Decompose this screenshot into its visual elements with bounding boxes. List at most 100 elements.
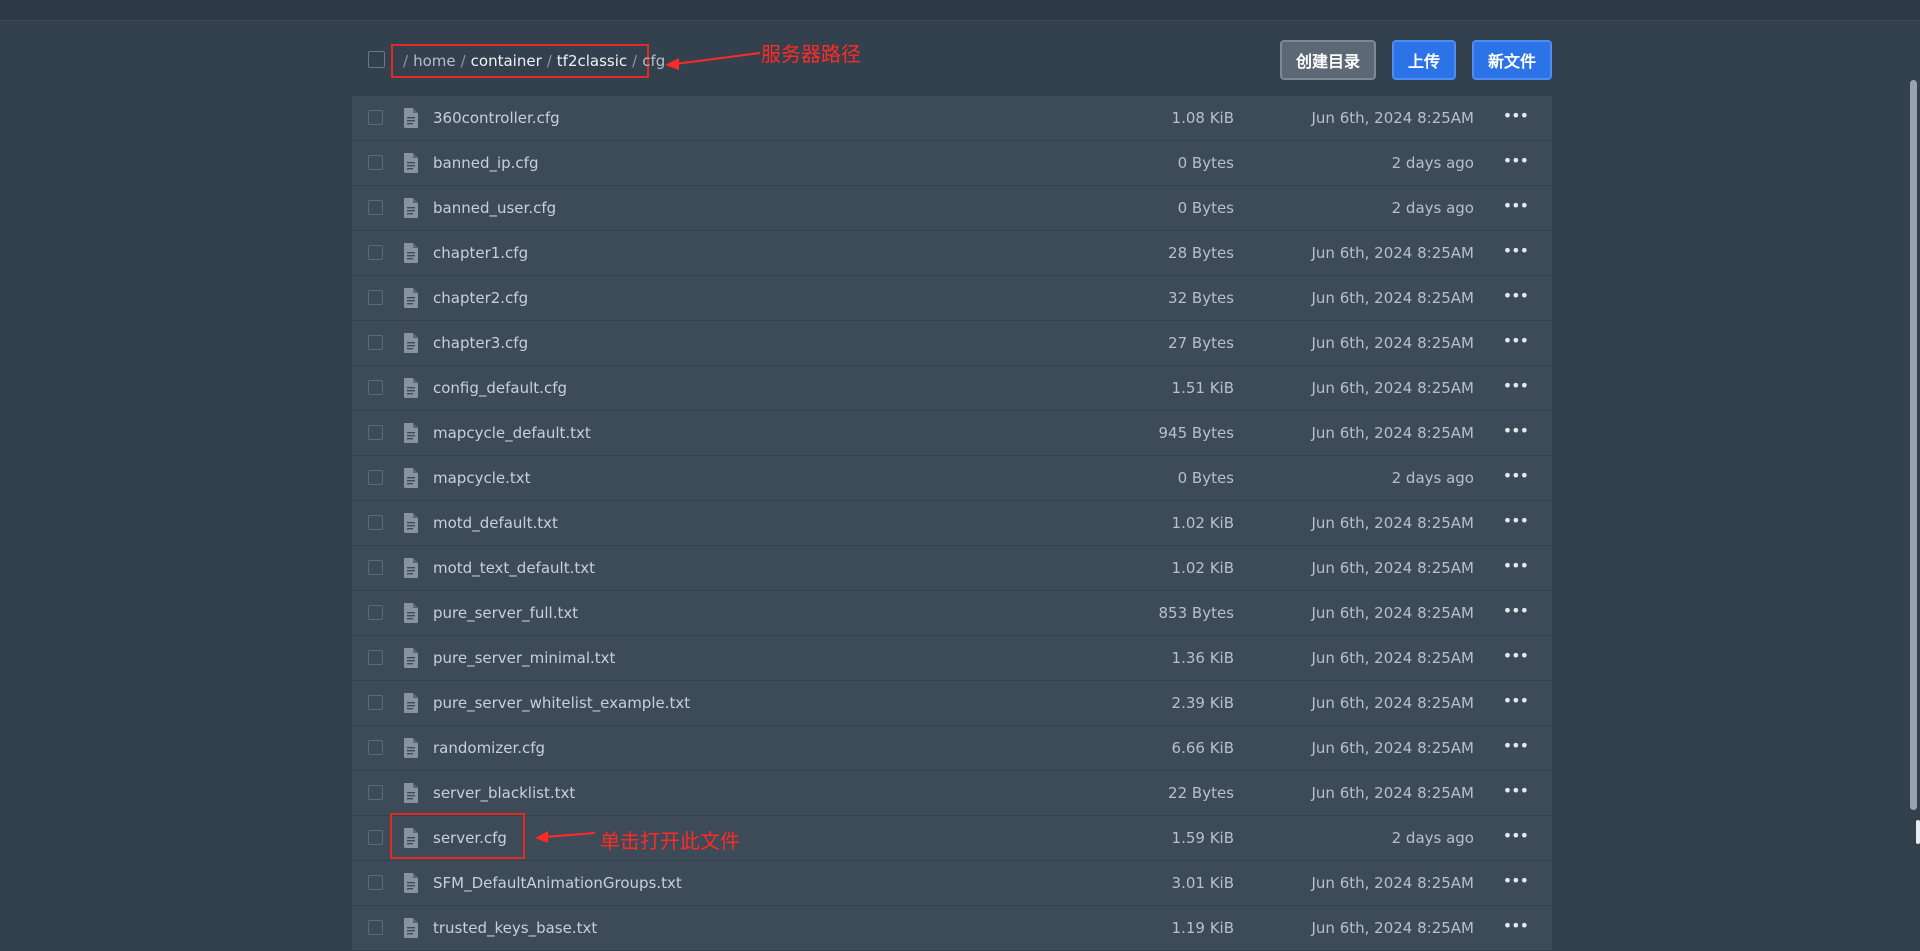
file-checkbox[interactable] xyxy=(368,200,383,215)
file-name[interactable]: server_blacklist.txt xyxy=(433,784,575,802)
more-options-icon[interactable]: ••• xyxy=(1503,556,1529,575)
file-icon xyxy=(403,423,419,443)
file-name[interactable]: 360controller.cfg xyxy=(433,109,560,127)
more-options-icon[interactable]: ••• xyxy=(1503,781,1529,800)
more-options-icon[interactable]: ••• xyxy=(1503,241,1529,260)
file-checkbox[interactable] xyxy=(368,920,383,935)
file-checkbox[interactable] xyxy=(368,560,383,575)
file-icon xyxy=(403,558,419,578)
file-modified-date: Jun 6th, 2024 8:25AM xyxy=(1311,289,1474,307)
file-checkbox[interactable] xyxy=(368,380,383,395)
file-row[interactable]: motd_text_default.txt 1.02 KiB Jun 6th, 20… xyxy=(352,546,1552,590)
breadcrumb-segment-cfg[interactable]: cfg xyxy=(642,52,665,70)
file-name[interactable]: mapcycle.txt xyxy=(433,469,531,487)
scroll-edge-handle[interactable] xyxy=(1916,820,1920,844)
file-modified-date: Jun 6th, 2024 8:25AM xyxy=(1311,424,1474,442)
file-row[interactable]: server.cfg 1.59 KiB 2 days ago ••• xyxy=(352,816,1552,860)
scrollbar[interactable] xyxy=(1910,80,1917,810)
file-name[interactable]: chapter2.cfg xyxy=(433,289,528,307)
file-checkbox[interactable] xyxy=(368,290,383,305)
file-name[interactable]: randomizer.cfg xyxy=(433,739,545,757)
file-name[interactable]: pure_server_whitelist_example.txt xyxy=(433,694,690,712)
more-options-icon[interactable]: ••• xyxy=(1503,421,1529,440)
breadcrumb-segment-home[interactable]: home xyxy=(413,52,456,70)
file-modified-date: Jun 6th, 2024 8:25AM xyxy=(1311,874,1474,892)
file-name[interactable]: banned_user.cfg xyxy=(433,199,556,217)
file-checkbox[interactable] xyxy=(368,605,383,620)
file-checkbox[interactable] xyxy=(368,335,383,350)
file-checkbox[interactable] xyxy=(368,785,383,800)
select-all-checkbox[interactable] xyxy=(368,51,385,68)
file-checkbox[interactable] xyxy=(368,740,383,755)
more-options-icon[interactable]: ••• xyxy=(1503,151,1529,170)
breadcrumb-segment-tf2classic[interactable]: tf2classic xyxy=(557,52,627,70)
file-row[interactable]: banned_ip.cfg 0 Bytes 2 days ago ••• xyxy=(352,141,1552,185)
more-options-icon[interactable]: ••• xyxy=(1503,466,1529,485)
file-name[interactable]: SFM_DefaultAnimationGroups.txt xyxy=(433,874,682,892)
file-checkbox[interactable] xyxy=(368,155,383,170)
file-name[interactable]: banned_ip.cfg xyxy=(433,154,538,172)
file-row[interactable]: mapcycle.txt 0 Bytes 2 days ago ••• xyxy=(352,456,1552,500)
file-row[interactable]: chapter1.cfg 28 Bytes Jun 6th, 2024 8:25AM… xyxy=(352,231,1552,275)
file-row[interactable]: config_default.cfg 1.51 KiB Jun 6th, 2024 … xyxy=(352,366,1552,410)
file-list: 360controller.cfg 1.08 KiB Jun 6th, 2024 8… xyxy=(352,96,1552,951)
file-row[interactable]: mapcycle_default.txt 945 Bytes Jun 6th, 20… xyxy=(352,411,1552,455)
more-options-icon[interactable]: ••• xyxy=(1503,646,1529,665)
file-checkbox[interactable] xyxy=(368,425,383,440)
more-options-icon[interactable]: ••• xyxy=(1503,736,1529,755)
more-options-icon[interactable]: ••• xyxy=(1503,826,1529,845)
file-checkbox[interactable] xyxy=(368,695,383,710)
file-row[interactable]: randomizer.cfg 6.66 KiB Jun 6th, 2024 8:25… xyxy=(352,726,1552,770)
file-name[interactable]: motd_text_default.txt xyxy=(433,559,595,577)
more-options-icon[interactable]: ••• xyxy=(1503,916,1529,935)
breadcrumb-segment-container[interactable]: container xyxy=(471,52,542,70)
more-options-icon[interactable]: ••• xyxy=(1503,106,1529,125)
file-row[interactable]: chapter2.cfg 32 Bytes Jun 6th, 2024 8:25AM… xyxy=(352,276,1552,320)
more-options-icon[interactable]: ••• xyxy=(1503,601,1529,620)
create-directory-button[interactable]: 创建目录 xyxy=(1280,40,1376,80)
file-size: 0 Bytes xyxy=(1177,469,1234,487)
file-icon xyxy=(403,738,419,758)
more-options-icon[interactable]: ••• xyxy=(1503,871,1529,890)
file-size: 1.51 KiB xyxy=(1171,379,1234,397)
file-row[interactable]: chapter3.cfg 27 Bytes Jun 6th, 2024 8:25AM… xyxy=(352,321,1552,365)
file-icon xyxy=(403,603,419,623)
file-size: 32 Bytes xyxy=(1168,289,1234,307)
file-name[interactable]: pure_server_minimal.txt xyxy=(433,649,615,667)
file-row[interactable]: server_blacklist.txt 22 Bytes Jun 6th, 202… xyxy=(352,771,1552,815)
new-file-button[interactable]: 新文件 xyxy=(1472,40,1552,80)
file-name[interactable]: mapcycle_default.txt xyxy=(433,424,591,442)
file-checkbox[interactable] xyxy=(368,830,383,845)
file-row[interactable]: 360controller.cfg 1.08 KiB Jun 6th, 2024 8… xyxy=(352,96,1552,140)
file-row[interactable]: pure_server_full.txt 853 Bytes Jun 6th, 20… xyxy=(352,591,1552,635)
file-checkbox[interactable] xyxy=(368,245,383,260)
file-checkbox[interactable] xyxy=(368,110,383,125)
more-options-icon[interactable]: ••• xyxy=(1503,691,1529,710)
file-name[interactable]: chapter3.cfg xyxy=(433,334,528,352)
file-row[interactable]: SFM_DefaultAnimationGroups.txt 3.01 KiB Ju… xyxy=(352,861,1552,905)
file-size: 1.59 KiB xyxy=(1171,829,1234,847)
file-name[interactable]: config_default.cfg xyxy=(433,379,567,397)
file-name[interactable]: motd_default.txt xyxy=(433,514,558,532)
upload-button[interactable]: 上传 xyxy=(1392,40,1456,80)
more-options-icon[interactable]: ••• xyxy=(1503,376,1529,395)
file-checkbox[interactable] xyxy=(368,650,383,665)
file-name[interactable]: chapter1.cfg xyxy=(433,244,528,262)
file-name[interactable]: pure_server_full.txt xyxy=(433,604,578,622)
file-checkbox[interactable] xyxy=(368,470,383,485)
file-row[interactable]: motd_default.txt 1.02 KiB Jun 6th, 2024 8:… xyxy=(352,501,1552,545)
file-modified-date: Jun 6th, 2024 8:25AM xyxy=(1311,784,1474,802)
more-options-icon[interactable]: ••• xyxy=(1503,286,1529,305)
file-modified-date: Jun 6th, 2024 8:25AM xyxy=(1311,379,1474,397)
file-name[interactable]: trusted_keys_base.txt xyxy=(433,919,597,937)
file-size: 853 Bytes xyxy=(1158,604,1235,622)
file-row[interactable]: pure_server_whitelist_example.txt 2.39 Ki… xyxy=(352,681,1552,725)
more-options-icon[interactable]: ••• xyxy=(1503,196,1529,215)
file-checkbox[interactable] xyxy=(368,875,383,890)
more-options-icon[interactable]: ••• xyxy=(1503,331,1529,350)
file-row[interactable]: trusted_keys_base.txt 1.19 KiB Jun 6th, 20… xyxy=(352,906,1552,950)
file-checkbox[interactable] xyxy=(368,515,383,530)
file-row[interactable]: banned_user.cfg 0 Bytes 2 days ago ••• xyxy=(352,186,1552,230)
more-options-icon[interactable]: ••• xyxy=(1503,511,1529,530)
file-row[interactable]: pure_server_minimal.txt 1.36 KiB Jun 6th, … xyxy=(352,636,1552,680)
